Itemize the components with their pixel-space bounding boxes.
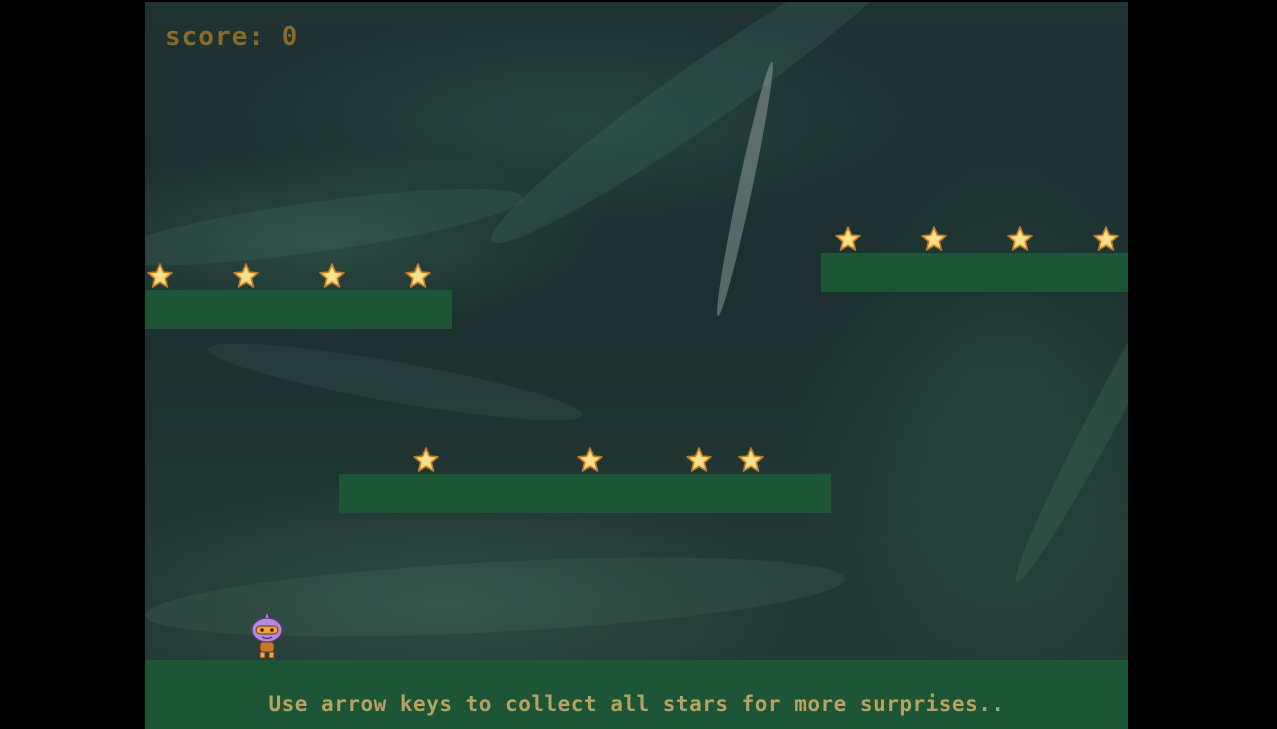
star-icon: [921, 226, 947, 251]
star-icon: [835, 226, 861, 251]
star-icon: [147, 263, 173, 288]
star-icon: [1093, 226, 1119, 251]
score-display: score: 0: [165, 22, 298, 52]
background-leaf: [711, 60, 779, 318]
game-canvas[interactable]: score: 0 Use arrow keys to collect all s…: [145, 2, 1128, 729]
purple-onion-character-icon: [251, 610, 283, 659]
star-icon: [405, 263, 431, 288]
star-icon: [413, 447, 439, 472]
instructions-text: Use arrow keys to collect all stars for …: [268, 692, 1005, 716]
star-icon: [577, 447, 603, 472]
score-label: score:: [165, 22, 265, 52]
star-icon: [738, 447, 764, 472]
platform-upper-right: [821, 253, 1128, 292]
star-icon: [686, 447, 712, 472]
platform-upper-left: [145, 290, 452, 329]
star-icon: [319, 263, 345, 288]
background-leaf: [204, 329, 586, 435]
star-icon: [1007, 226, 1033, 251]
star-icon: [233, 263, 259, 288]
score-value: 0: [281, 22, 299, 52]
platform-middle: [339, 474, 831, 513]
background-leaf: [474, 2, 936, 266]
